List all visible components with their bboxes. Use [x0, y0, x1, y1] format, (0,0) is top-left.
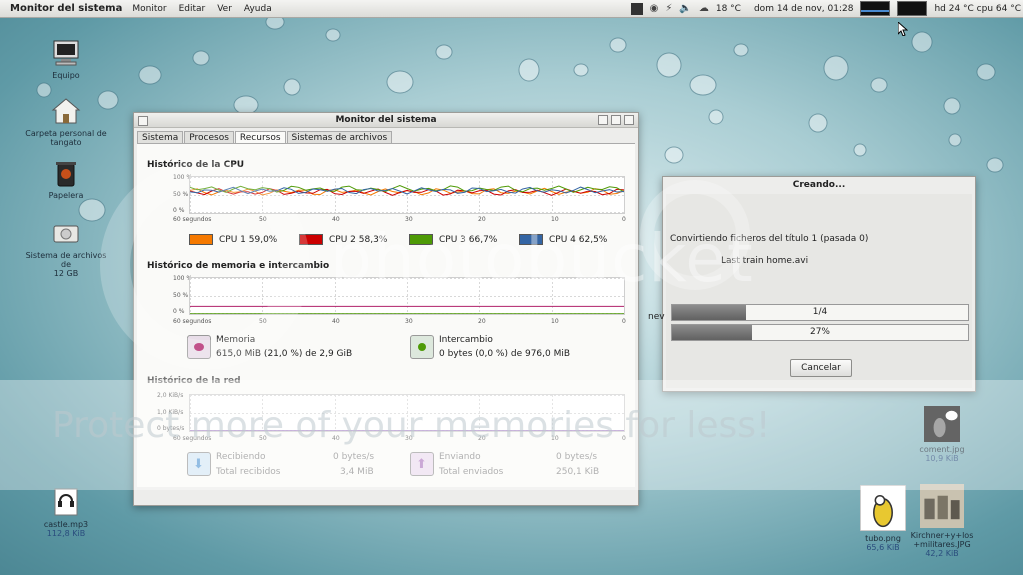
- watermark-circle: [100, 160, 310, 370]
- desktop-icon-label: Sistema de archivos de: [25, 251, 107, 269]
- desktop-icon-label: Papelera: [48, 191, 84, 200]
- menu-ver[interactable]: Ver: [217, 4, 232, 14]
- menu-ayuda[interactable]: Ayuda: [244, 4, 272, 14]
- top-panel: Monitor del sistema Monitor Editar Ver A…: [0, 0, 1023, 18]
- app-indicator-icon[interactable]: [630, 2, 643, 15]
- window-titlebar[interactable]: Monitor del sistema: [134, 113, 638, 128]
- menu-monitor[interactable]: Monitor: [132, 4, 166, 14]
- harddisk-icon: [53, 225, 79, 243]
- weather-temperature[interactable]: 18 °C: [716, 4, 741, 14]
- mem-x-tick: 10: [551, 318, 559, 325]
- minimize-button[interactable]: [598, 115, 608, 125]
- mute-icon[interactable]: 🔈: [679, 3, 691, 14]
- wifi-icon[interactable]: ◉: [650, 3, 659, 14]
- pass-progress-text: 27%: [809, 327, 830, 337]
- clock[interactable]: dom 14 de nov, 01:28: [754, 4, 853, 14]
- desktop-icon-sub: 12 GB: [53, 269, 79, 278]
- desktop-icon-equipo[interactable]: Equipo: [21, 38, 111, 80]
- window-title: Monitor del sistema: [335, 115, 437, 125]
- swap-info: Intercambio 0 bytes (0,0 %) de 976,0 MiB: [410, 335, 610, 361]
- hd-cpu-temperature[interactable]: hd 24 °C cpu 64 °C: [934, 4, 1021, 14]
- window-menu-button[interactable]: [138, 116, 148, 126]
- mem-x-tick: 40: [332, 318, 340, 325]
- background-window-fragment: nev: [648, 312, 665, 322]
- mem-x-tick: 30: [405, 318, 413, 325]
- system-monitor-applet[interactable]: [897, 1, 928, 16]
- desktop-icon-size: 112,8 KiB: [46, 529, 86, 538]
- power-icon[interactable]: ⚡: [665, 3, 672, 14]
- mouse-pointer-icon: [898, 22, 908, 36]
- network-monitor-applet[interactable]: [860, 1, 891, 16]
- title-progress-text: 1/4: [812, 307, 828, 317]
- audio-file-icon: [54, 488, 78, 516]
- pass-progress-bar: 27%: [671, 324, 969, 341]
- desktop-icon-label: Kirchner+y+los +militares.JPG: [910, 531, 974, 549]
- desktop-icon-home[interactable]: Carpeta personal de tangato: [21, 96, 111, 147]
- swap-color-icon[interactable]: [410, 335, 434, 359]
- watermark-text: Protect more of your memories for less!: [52, 405, 771, 446]
- image-file-icon: [920, 484, 964, 528]
- desktop-icon-label: castle.mp3: [43, 520, 89, 529]
- computer-icon: [53, 40, 79, 66]
- desktop-icon-castle-mp3[interactable]: castle.mp3 112,8 KiB: [21, 487, 111, 538]
- desktop-icon-label: Carpeta personal de tangato: [25, 129, 107, 147]
- panel-app-title[interactable]: Monitor del sistema: [10, 3, 122, 14]
- desktop-icon-kirchner-jpg[interactable]: Kirchner+y+los +militares.JPG 42,2 KiB: [897, 484, 987, 558]
- maximize-button[interactable]: [611, 115, 621, 125]
- home-folder-icon: [51, 98, 81, 124]
- title-progress-bar: 1/4: [671, 304, 969, 321]
- desktop-icon-papelera[interactable]: Papelera: [21, 158, 111, 200]
- watermark-logo: photobucket: [330, 220, 754, 297]
- desktop-icon-filesystem[interactable]: Sistema de archivos de 12 GB: [21, 218, 111, 278]
- menu-editar[interactable]: Editar: [179, 4, 206, 14]
- swap-value: 0 bytes (0,0 %) de 976,0 MiB: [439, 349, 571, 359]
- weather-icon[interactable]: ☁: [699, 3, 709, 14]
- desktop-icon-size: 42,2 KiB: [925, 549, 959, 558]
- mem-x-tick: 20: [478, 318, 486, 325]
- desktop-icon-label: Equipo: [52, 71, 80, 80]
- swap-label: Intercambio: [439, 335, 493, 345]
- trash-icon: [56, 162, 76, 187]
- mem-x-tick: 0: [622, 318, 626, 325]
- close-button[interactable]: [624, 115, 634, 125]
- cancel-button[interactable]: Cancelar: [790, 359, 852, 377]
